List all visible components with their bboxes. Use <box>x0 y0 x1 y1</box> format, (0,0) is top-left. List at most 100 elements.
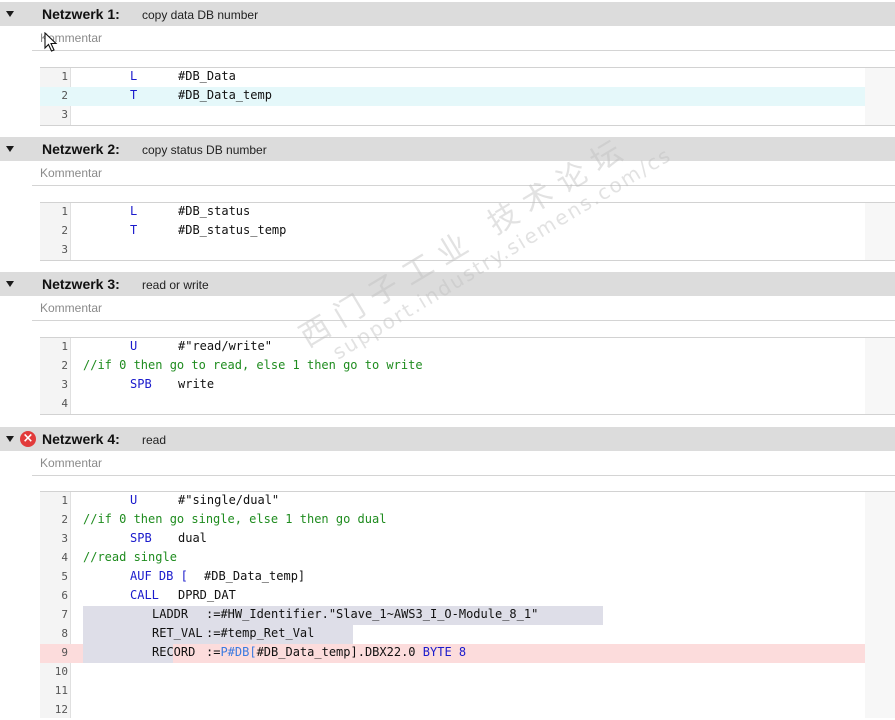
instruction: AUF DB [ <box>130 569 188 583</box>
instruction: T <box>130 223 138 237</box>
operand: #DB_Data_temp <box>178 88 272 102</box>
collapse-triangle-icon[interactable] <box>6 11 14 17</box>
network-3-description[interactable]: read or write <box>142 278 209 292</box>
line-number: 12 <box>54 703 68 716</box>
code-line[interactable]: 2 T #DB_status_temp <box>40 222 865 241</box>
line-number: 1 <box>61 340 68 353</box>
network-1-title: Netzwerk 1: <box>42 6 120 22</box>
operand: dual <box>178 531 207 545</box>
line-number: 2 <box>61 224 68 237</box>
parameter-value: :=#temp_Ret_Val <box>206 626 315 640</box>
code-line[interactable]: 2 //if 0 then go single, else 1 then go … <box>40 511 865 530</box>
collapse-triangle-icon[interactable] <box>6 146 14 152</box>
instruction: SPB <box>130 531 152 545</box>
code-comment: //read single <box>83 550 177 564</box>
operand: #"single/dual" <box>178 493 280 507</box>
line-number: 6 <box>61 589 68 602</box>
network-1-side-panel <box>865 67 895 126</box>
network-2-side-panel <box>865 202 895 261</box>
line-number: 2 <box>61 513 68 526</box>
instruction: L <box>130 69 138 83</box>
operand: write <box>178 377 215 391</box>
line-number: 3 <box>61 378 68 391</box>
collapse-triangle-icon[interactable] <box>6 436 14 442</box>
code-line[interactable]: 5 AUF DB [ #DB_Data_temp] <box>40 568 865 587</box>
parameter-name: RECORD <box>152 645 196 659</box>
network-1-comment-field[interactable]: Kommentar <box>32 28 895 51</box>
code-line-error[interactable]: 9 RECORD :=P#DB[#DB_Data_temp].DBX22.0 B… <box>40 644 865 663</box>
line-number: 3 <box>61 108 68 121</box>
operand: #DB_status <box>178 204 251 218</box>
comment-placeholder: Kommentar <box>40 166 103 180</box>
network-4-comment-field[interactable]: Kommentar <box>32 453 895 476</box>
code-line[interactable]: 10 <box>40 663 865 682</box>
instruction: L <box>130 204 138 218</box>
network-4-description[interactable]: read <box>142 433 166 447</box>
code-line[interactable]: 6 CALL DPRD_DAT <box>40 587 865 606</box>
instruction: U <box>130 339 138 353</box>
line-number: 1 <box>61 70 68 83</box>
line-number: 1 <box>61 494 68 507</box>
code-line[interactable]: 1 L #DB_Data <box>40 68 865 87</box>
operand: #"read/write" <box>178 339 272 353</box>
network-2-comment-field[interactable]: Kommentar <box>32 163 895 186</box>
network-4-side-panel <box>865 491 895 718</box>
pointer-address: #DB_Data_temp].DBX22.0 <box>256 645 416 659</box>
code-comment: //if 0 then go single, else 1 then go du… <box>83 512 387 526</box>
network-2-code-editor[interactable]: 1 L #DB_status 2 T #DB_status_temp 3 <box>40 202 865 261</box>
instruction: SPB <box>130 377 152 391</box>
line-number: 7 <box>61 608 68 621</box>
code-line[interactable]: 3 <box>40 241 865 260</box>
network-3-title: Netzwerk 3: <box>42 276 120 292</box>
code-line[interactable]: 7 LADDR :=#HW_Identifier."Slave_1~AWS3_I… <box>40 606 865 625</box>
instruction: T <box>130 88 138 102</box>
instruction: U <box>130 493 138 507</box>
network-1-description[interactable]: copy data DB number <box>142 8 258 22</box>
code-line[interactable]: 8 RET_VAL :=#temp_Ret_Val <box>40 625 865 644</box>
code-line[interactable]: 12 <box>40 701 865 720</box>
parameter-value: :=#HW_Identifier."Slave_1~AWS3_I_O-Modul… <box>206 607 539 621</box>
mouse-pointer-icon <box>44 32 58 52</box>
error-circle-icon[interactable]: × <box>20 431 36 447</box>
network-2-header[interactable]: Netzwerk 2: copy status DB number <box>0 137 895 161</box>
parameter-value: :=P#DB[#DB_Data_temp].DBX22.0 BYTE 8 <box>206 645 466 659</box>
code-line[interactable]: 3 SPB dual <box>40 530 865 549</box>
code-line[interactable]: 4 <box>40 395 865 414</box>
code-line[interactable]: 4 //read single <box>40 549 865 568</box>
code-line[interactable]: 3 <box>40 106 865 125</box>
collapse-triangle-icon[interactable] <box>6 281 14 287</box>
line-number: 1 <box>61 205 68 218</box>
network-2-description[interactable]: copy status DB number <box>142 143 267 157</box>
network-3-comment-field[interactable]: Kommentar <box>32 298 895 321</box>
operand: #DB_status_temp <box>178 223 287 237</box>
line-number: 4 <box>61 551 68 564</box>
line-number: 9 <box>61 646 68 659</box>
operand: #DB_Data <box>178 69 236 83</box>
network-3-code-editor[interactable]: 1 U #"read/write" 2 //if 0 then go to re… <box>40 337 865 415</box>
line-number: 5 <box>61 570 68 583</box>
network-4-title: Netzwerk 4: <box>42 431 120 447</box>
network-2-title: Netzwerk 2: <box>42 141 120 157</box>
code-line[interactable]: 1 U #"read/write" <box>40 338 865 357</box>
code-line[interactable]: 2 //if 0 then go to read, else 1 then go… <box>40 357 865 376</box>
code-line[interactable]: 1 U #"single/dual" <box>40 492 865 511</box>
line-number: 8 <box>61 627 68 640</box>
network-1-code-editor[interactable]: 1 L #DB_Data 2 T #DB_Data_temp 3 <box>40 67 865 126</box>
code-line[interactable]: 2 T #DB_Data_temp <box>40 87 865 106</box>
comment-placeholder: Kommentar <box>40 456 103 470</box>
network-3-header[interactable]: Netzwerk 3: read or write <box>0 272 895 296</box>
code-line[interactable]: 11 <box>40 682 865 701</box>
code-line[interactable]: 3 SPB write <box>40 376 865 395</box>
comment-placeholder: Kommentar <box>40 301 103 315</box>
network-4-header[interactable]: × Netzwerk 4: read <box>0 427 895 451</box>
assign-operator: := <box>206 645 221 659</box>
operand: DPRD_DAT <box>178 588 236 602</box>
code-line[interactable]: 1 L #DB_status <box>40 203 865 222</box>
pointer-keyword: P#DB[ <box>220 645 257 659</box>
line-number: 2 <box>61 359 68 372</box>
line-number: 2 <box>61 89 68 102</box>
network-4-code-editor[interactable]: 1 U #"single/dual" 2 //if 0 then go sing… <box>40 491 865 718</box>
line-number: 4 <box>61 397 68 410</box>
code-comment: //if 0 then go to read, else 1 then go t… <box>83 358 423 372</box>
network-1-header[interactable]: Netzwerk 1: copy data DB number <box>0 2 895 26</box>
